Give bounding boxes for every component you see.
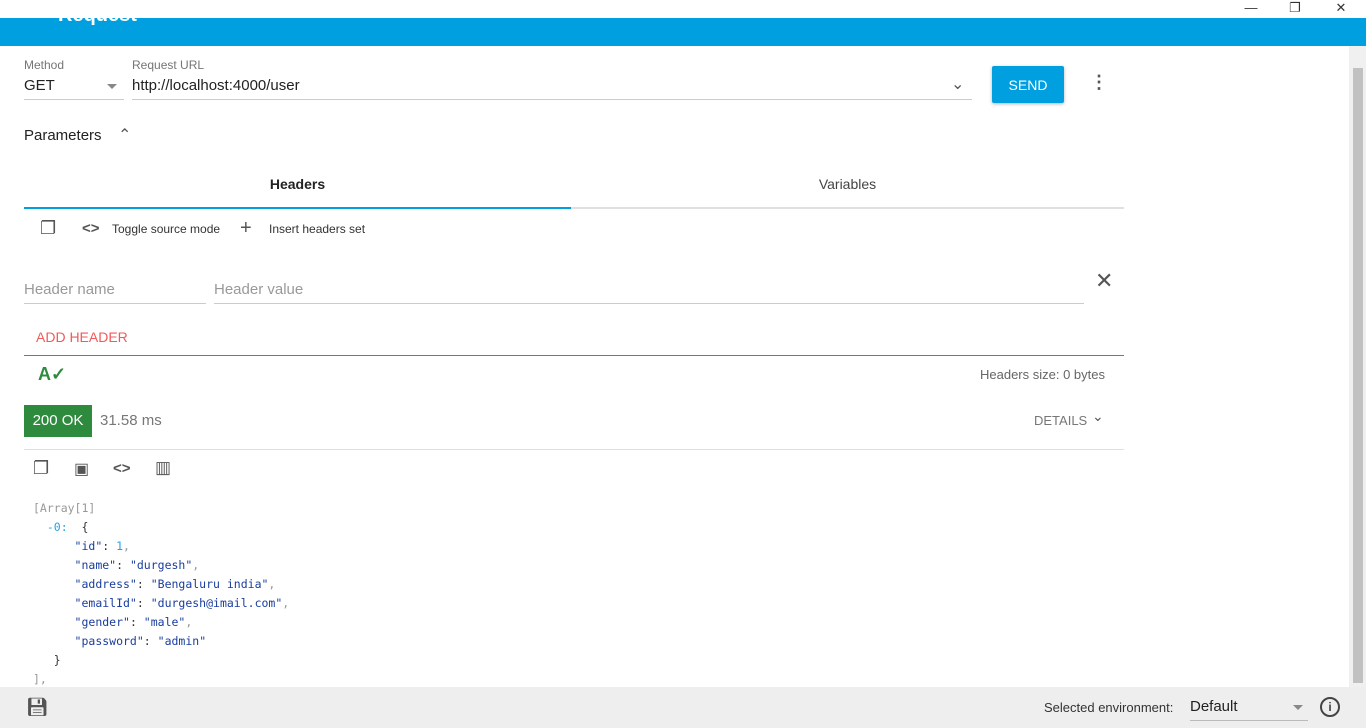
env-underline	[1190, 720, 1308, 721]
add-header-button[interactable]: ADD HEADER	[36, 329, 128, 345]
close-window-button[interactable]: ✕	[1326, 0, 1356, 16]
copy-icon[interactable]: ❐	[40, 218, 56, 239]
scrollbar[interactable]	[1349, 46, 1366, 687]
restore-button[interactable]: ❐	[1280, 0, 1310, 16]
save-response-icon[interactable]: ▣	[74, 459, 89, 479]
app-bar: Request	[0, 4, 1366, 46]
insert-headers-button[interactable]: Insert headers set	[269, 222, 365, 236]
close-icon[interactable]: ✕	[1095, 268, 1113, 294]
env-select[interactable]: Default	[1190, 698, 1238, 715]
url-label: Request URL	[132, 58, 205, 72]
header-value-input[interactable]: Header value	[214, 281, 303, 298]
method-dropdown-icon[interactable]	[107, 84, 117, 94]
minimize-button[interactable]: —	[1236, 0, 1266, 15]
tab-indicator	[24, 207, 571, 209]
env-dropdown-icon[interactable]	[1293, 705, 1303, 715]
copy-response-icon[interactable]: ❐	[33, 458, 49, 479]
status-badge: 200 OK	[24, 405, 92, 437]
json-value: "durgesh@imail.com"	[150, 596, 283, 610]
parameters-label[interactable]: Parameters	[24, 127, 102, 144]
response-time: 31.58 ms	[100, 412, 162, 429]
details-chevron-icon[interactable]: ⌄	[1092, 408, 1104, 425]
json-value: "durgesh"	[129, 558, 193, 572]
json-array-label: [Array[1]	[33, 501, 96, 515]
json-index[interactable]: -0:	[47, 520, 68, 534]
url-input[interactable]: http://localhost:4000/user	[132, 77, 300, 94]
json-close: }	[53, 653, 61, 667]
code-view-icon[interactable]: <>	[113, 460, 131, 477]
footer: 💾︎ Selected environment: Default i	[0, 687, 1366, 728]
save-icon[interactable]: 💾︎	[26, 697, 49, 718]
json-value: 1	[116, 539, 124, 553]
headers-size: Headers size: 0 bytes	[980, 367, 1106, 382]
json-end: ],	[33, 672, 47, 686]
code-icon[interactable]: <>	[82, 220, 100, 237]
spellcheck-icon[interactable]: A✓	[38, 364, 66, 385]
json-key: "name"	[74, 558, 117, 572]
info-icon[interactable]: i	[1320, 697, 1340, 717]
plus-icon[interactable]: +	[240, 217, 252, 240]
json-open: {	[81, 520, 89, 534]
json-key: "password"	[74, 634, 144, 648]
chevron-up-icon[interactable]: ⌃	[118, 125, 131, 145]
header-value-underline	[214, 303, 1084, 304]
url-underline	[132, 99, 972, 100]
details-button[interactable]: DETAILS	[1034, 413, 1087, 428]
method-label: Method	[24, 58, 65, 72]
tab-headers[interactable]: Headers	[24, 176, 571, 192]
scrollbar-thumb[interactable]	[1353, 68, 1363, 683]
more-vert-icon[interactable]: ⋮	[1090, 72, 1108, 93]
header-name-input[interactable]: Header name	[24, 281, 115, 298]
menu-icon[interactable]	[26, 14, 46, 17]
method-select[interactable]: GET	[24, 77, 55, 94]
json-value: "admin"	[157, 634, 207, 648]
json-key: "emailId"	[74, 596, 137, 610]
toggle-source-button[interactable]: Toggle source mode	[112, 222, 220, 236]
json-key: "gender"	[74, 615, 130, 629]
json-value: "Bengaluru india"	[150, 577, 269, 591]
json-key: "address"	[74, 577, 137, 591]
columns-icon[interactable]: ▥	[155, 458, 171, 478]
response-divider	[24, 449, 1124, 450]
env-label: Selected environment:	[1044, 700, 1174, 715]
add-header-divider	[24, 355, 1124, 356]
method-underline	[24, 99, 124, 100]
json-key: "id"	[74, 539, 103, 553]
chevron-down-icon[interactable]: ⌄	[951, 74, 964, 94]
response-json: [Array[1] -0: { "id": 1, "name": "durges…	[33, 501, 290, 686]
window-titlebar: — ❐ ✕	[0, 0, 1366, 18]
send-button[interactable]: SEND	[992, 66, 1064, 103]
json-value: "male"	[143, 615, 186, 629]
tab-variables[interactable]: Variables	[574, 176, 1121, 192]
header-name-underline	[24, 303, 206, 304]
app-title: Request	[58, 4, 137, 26]
